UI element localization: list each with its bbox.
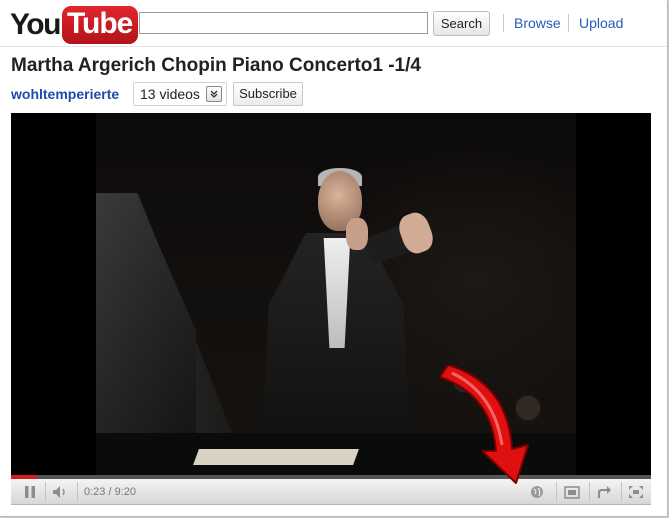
red-arrow-annotation [439, 365, 529, 484]
browse-link[interactable]: Browse [514, 15, 561, 31]
control-divider [45, 482, 46, 502]
channel-link[interactable]: wohltemperierte [11, 86, 119, 102]
youtube-logo[interactable]: You Tube [10, 6, 139, 44]
chevron-down-icon [205, 86, 222, 102]
conductor-hand [346, 218, 368, 250]
header-divider [0, 46, 667, 47]
volume-icon[interactable] [47, 479, 75, 505]
sheet-music [193, 449, 359, 465]
control-divider [589, 482, 590, 502]
time-display: 0:23 / 9:20 [84, 486, 136, 498]
control-divider [621, 482, 622, 502]
video-title: Martha Argerich Chopin Piano Concerto1 -… [11, 55, 421, 76]
upload-link[interactable]: Upload [579, 15, 623, 31]
nav-divider [503, 14, 504, 32]
youtube-page: You Tube Search Browse Upload Martha Arg… [0, 0, 668, 517]
control-divider [77, 482, 78, 502]
pause-icon[interactable] [17, 479, 43, 505]
videos-count: 13 videos [140, 86, 200, 102]
logo-tube-text: Tube [61, 6, 139, 44]
piano-lid [96, 193, 196, 443]
logo-you-text: You [10, 8, 61, 41]
search-input[interactable] [139, 12, 428, 34]
popout-icon[interactable] [559, 479, 585, 505]
control-divider [556, 482, 557, 502]
nav-divider [568, 14, 569, 32]
subscribe-button[interactable]: Subscribe [233, 82, 303, 106]
share-icon[interactable] [591, 479, 617, 505]
fullscreen-icon[interactable] [623, 479, 649, 505]
search-button[interactable]: Search [433, 11, 490, 36]
player-controls: 0:23 / 9:20 [11, 479, 651, 505]
channel-videos-dropdown[interactable]: 13 videos [133, 82, 227, 106]
video-player[interactable] [11, 113, 651, 475]
